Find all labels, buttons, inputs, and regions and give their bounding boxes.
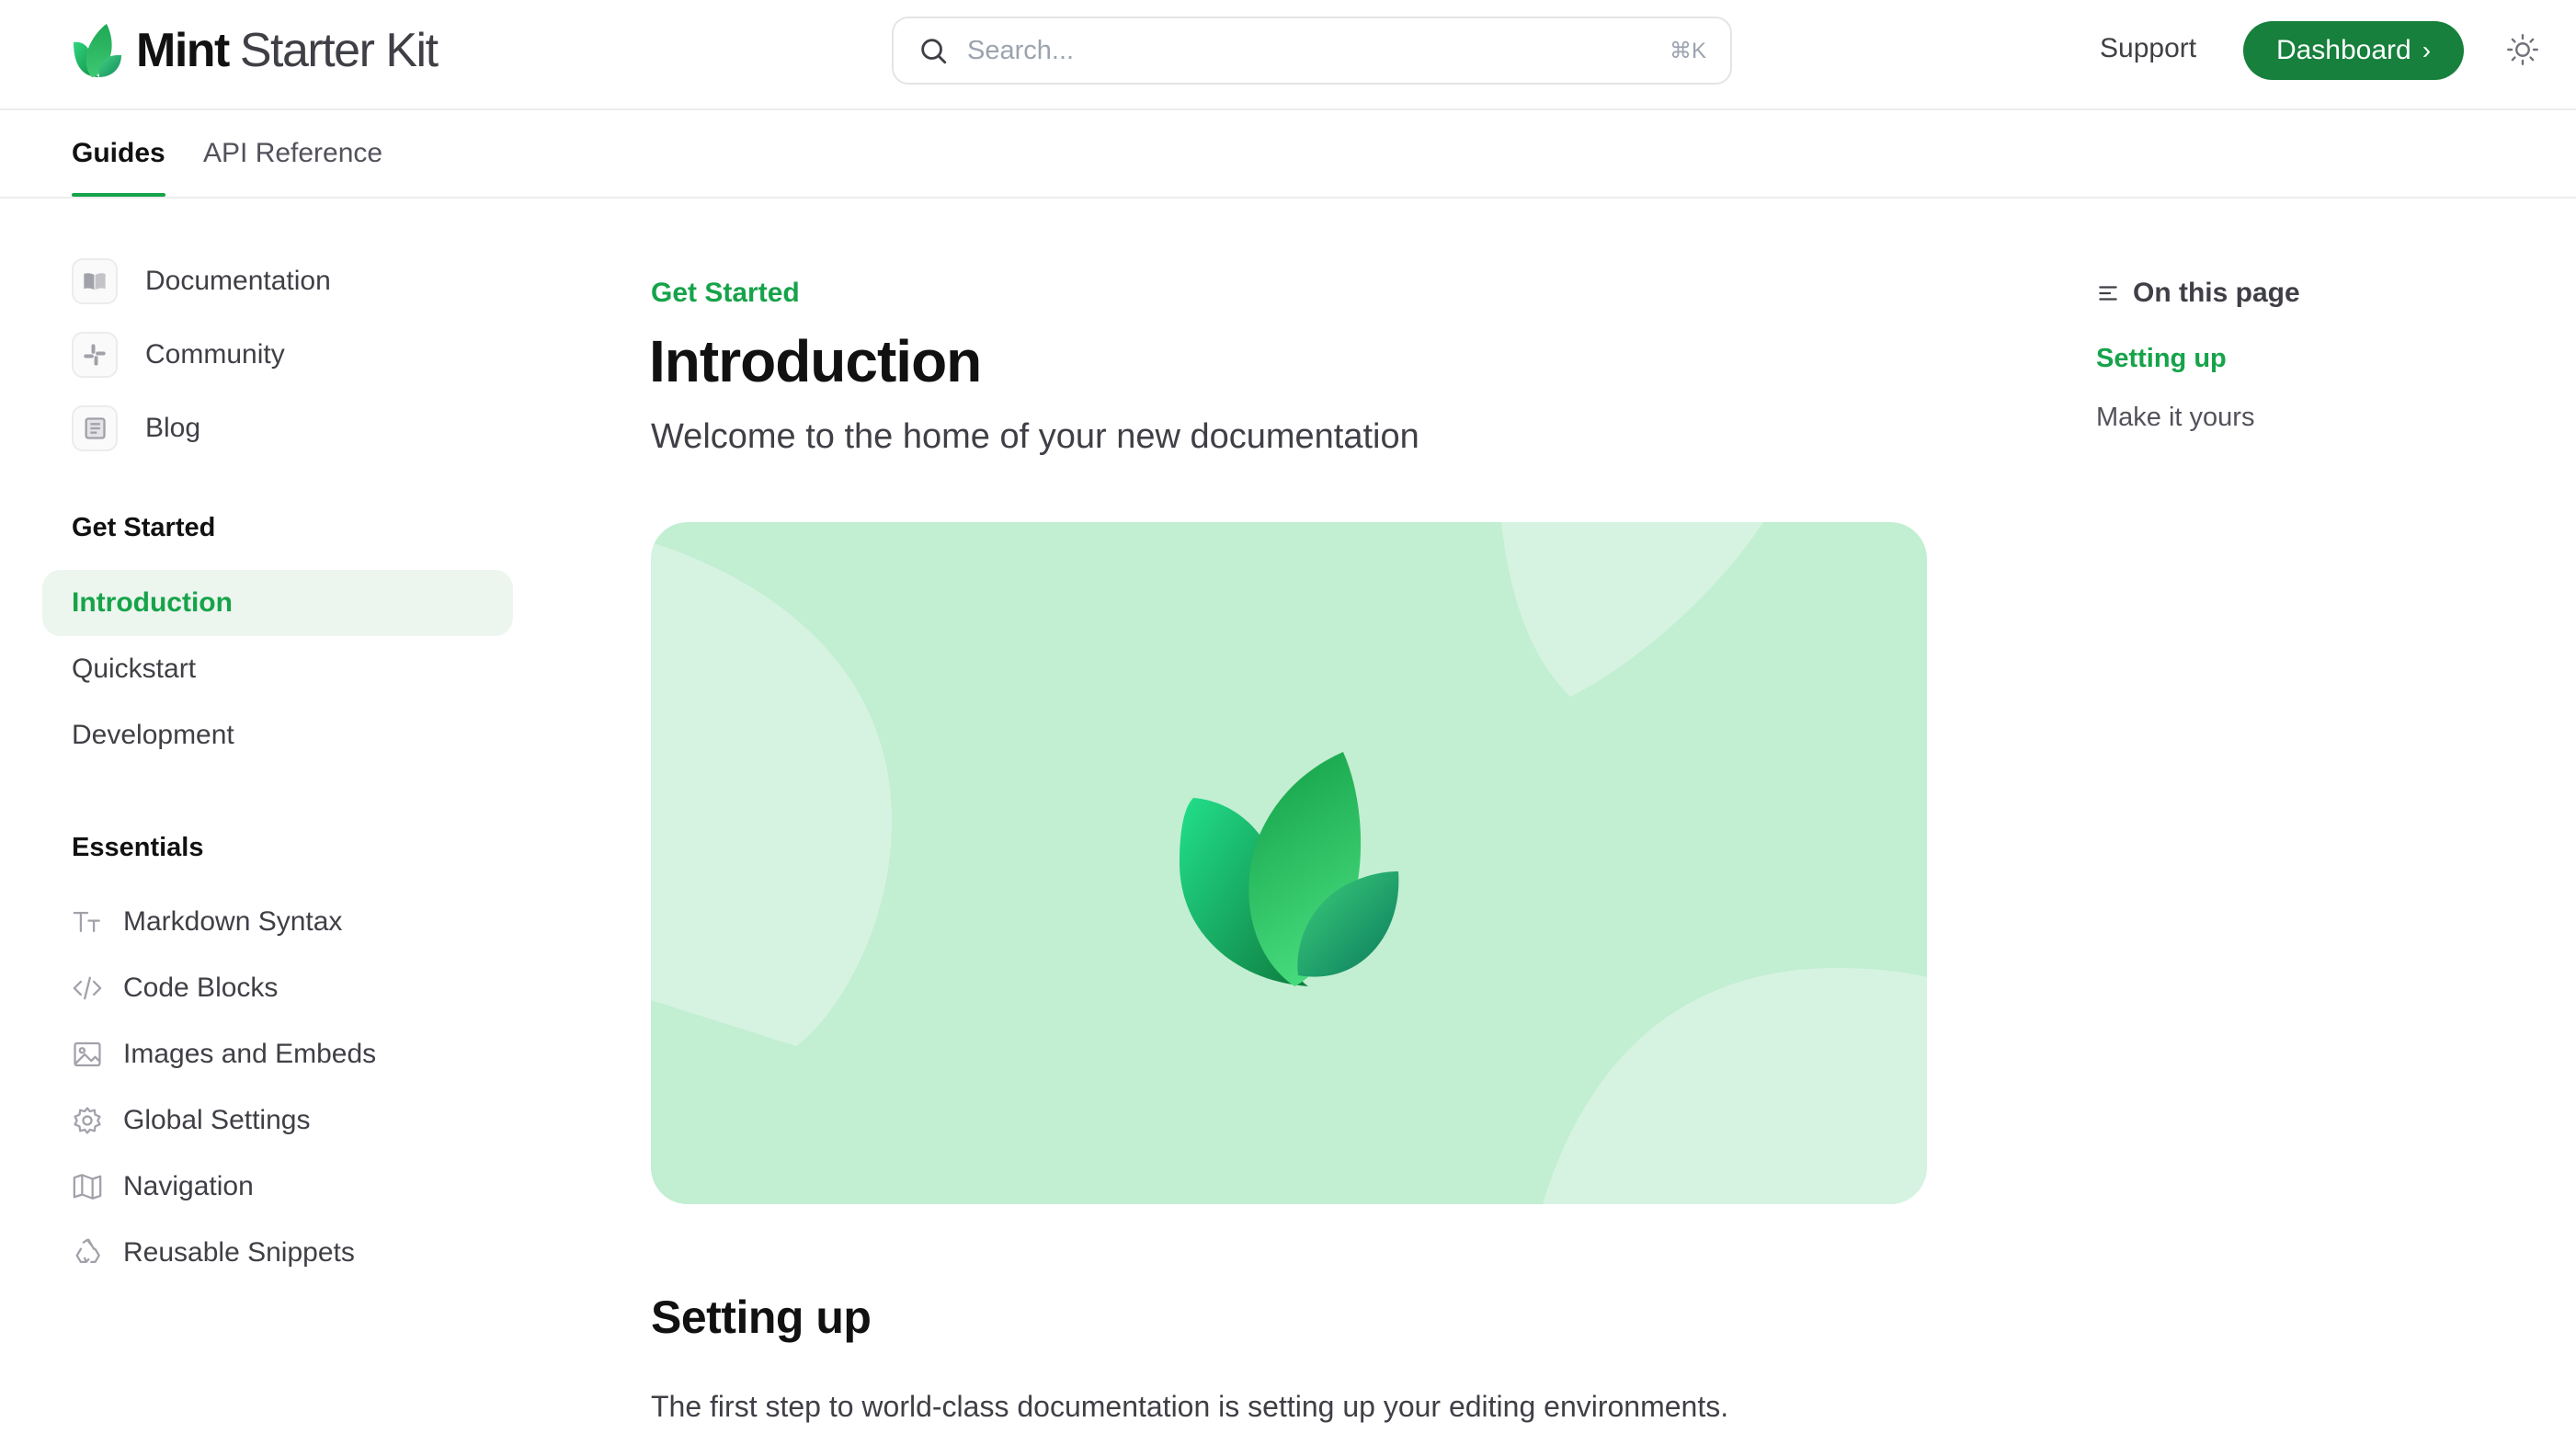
sidebar-item-code-blocks[interactable]: Code Blocks [72, 962, 278, 1014]
search-shortcut-hint: ⌘K [1669, 38, 1706, 63]
search-input[interactable] [967, 35, 1611, 66]
page-eyebrow: Get Started [651, 278, 800, 308]
brand-logo-link[interactable]: Mint Starter Kit [72, 22, 439, 79]
sidebar-item-label: Global Settings [123, 1105, 311, 1135]
map-icon [73, 1174, 102, 1200]
dashboard-button[interactable]: Dashboard › [2243, 21, 2464, 80]
top-navbar: MintStarter Kit ⌘K Support Dashboard › [0, 0, 2576, 110]
sidebar-item-label: Reusable Snippets [123, 1237, 355, 1268]
brand-name-regular: Starter Kit [239, 24, 439, 77]
top-tabs: Guides API Reference [0, 110, 2576, 199]
brand-name: Mint Starter Kit [136, 22, 439, 79]
sidebar-item-quickstart[interactable]: Quickstart [42, 636, 513, 702]
newspaper-icon [72, 405, 118, 451]
sidebar-anchor-community[interactable]: Community [72, 329, 285, 381]
section-paragraph: The first step to world-class documentat… [651, 1390, 1729, 1423]
sidebar-item-label: Images and Embeds [123, 1039, 377, 1069]
sidebar-item-navigation[interactable]: Navigation [72, 1161, 254, 1212]
sidebar-anchor-label: Documentation [145, 266, 331, 296]
recycle-icon [75, 1238, 100, 1264]
page-title: Introduction [649, 328, 982, 394]
section-title-setting-up: Setting up [651, 1291, 872, 1343]
sidebar-anchor-documentation[interactable]: Documentation [72, 256, 331, 307]
chevron-right-icon: › [2422, 36, 2432, 64]
sidebar-anchor-label: Community [145, 339, 285, 370]
sidebar-group-title-get-started: Get Started [72, 513, 216, 542]
book-icon [72, 258, 118, 304]
image-icon [74, 1041, 101, 1067]
sidebar-anchor-blog[interactable]: Blog [72, 403, 200, 454]
code-icon [73, 976, 102, 1000]
dashboard-button-label: Dashboard [2275, 35, 2411, 65]
mint-leaf-logo-icon [1180, 752, 1399, 986]
sidebar-item-label: Navigation [123, 1171, 254, 1201]
gear-icon [74, 1107, 101, 1134]
sidebar-anchor-label: Blog [145, 413, 201, 443]
sidebar-item-label: Code Blocks [123, 973, 279, 1003]
tab-api-reference[interactable]: API Reference [203, 138, 382, 197]
tab-guides[interactable]: Guides [72, 138, 165, 197]
toc-link-setting-up[interactable]: Setting up [2096, 344, 2227, 374]
toc-title-label: On this page [2133, 278, 2300, 308]
sidebar: Documentation Community Blog Get Started… [0, 199, 552, 1445]
sidebar-group-title-essentials: Essentials [72, 833, 204, 862]
hero-image [651, 522, 1927, 1204]
toc-title: On this page [2096, 278, 2300, 309]
page-description: Welcome to the home of your new document… [651, 417, 1419, 456]
toc-link-make-it-yours[interactable]: Make it yours [2096, 403, 2254, 433]
sun-icon[interactable] [2506, 33, 2539, 66]
sidebar-item-images-and-embeds[interactable]: Images and Embeds [72, 1029, 376, 1080]
search-bar[interactable]: ⌘K [892, 17, 1732, 85]
search-icon [921, 39, 947, 64]
slack-icon [72, 332, 118, 378]
sidebar-item-label: Markdown Syntax [123, 906, 343, 937]
list-icon [2099, 286, 2117, 301]
sidebar-item-development[interactable]: Development [42, 702, 513, 768]
hero-illustration [651, 522, 1927, 1204]
sidebar-item-global-settings[interactable]: Global Settings [72, 1095, 310, 1146]
text-size-icon [73, 911, 100, 933]
sidebar-item-introduction[interactable]: Introduction [42, 570, 513, 636]
brand-name-bold: Mint [136, 24, 230, 77]
support-link[interactable]: Support [2100, 33, 2196, 64]
sidebar-item-markdown-syntax[interactable]: Markdown Syntax [72, 896, 342, 948]
sidebar-item-reusable-snippets[interactable]: Reusable Snippets [72, 1227, 355, 1279]
mint-leaf-logo-icon [74, 24, 121, 77]
